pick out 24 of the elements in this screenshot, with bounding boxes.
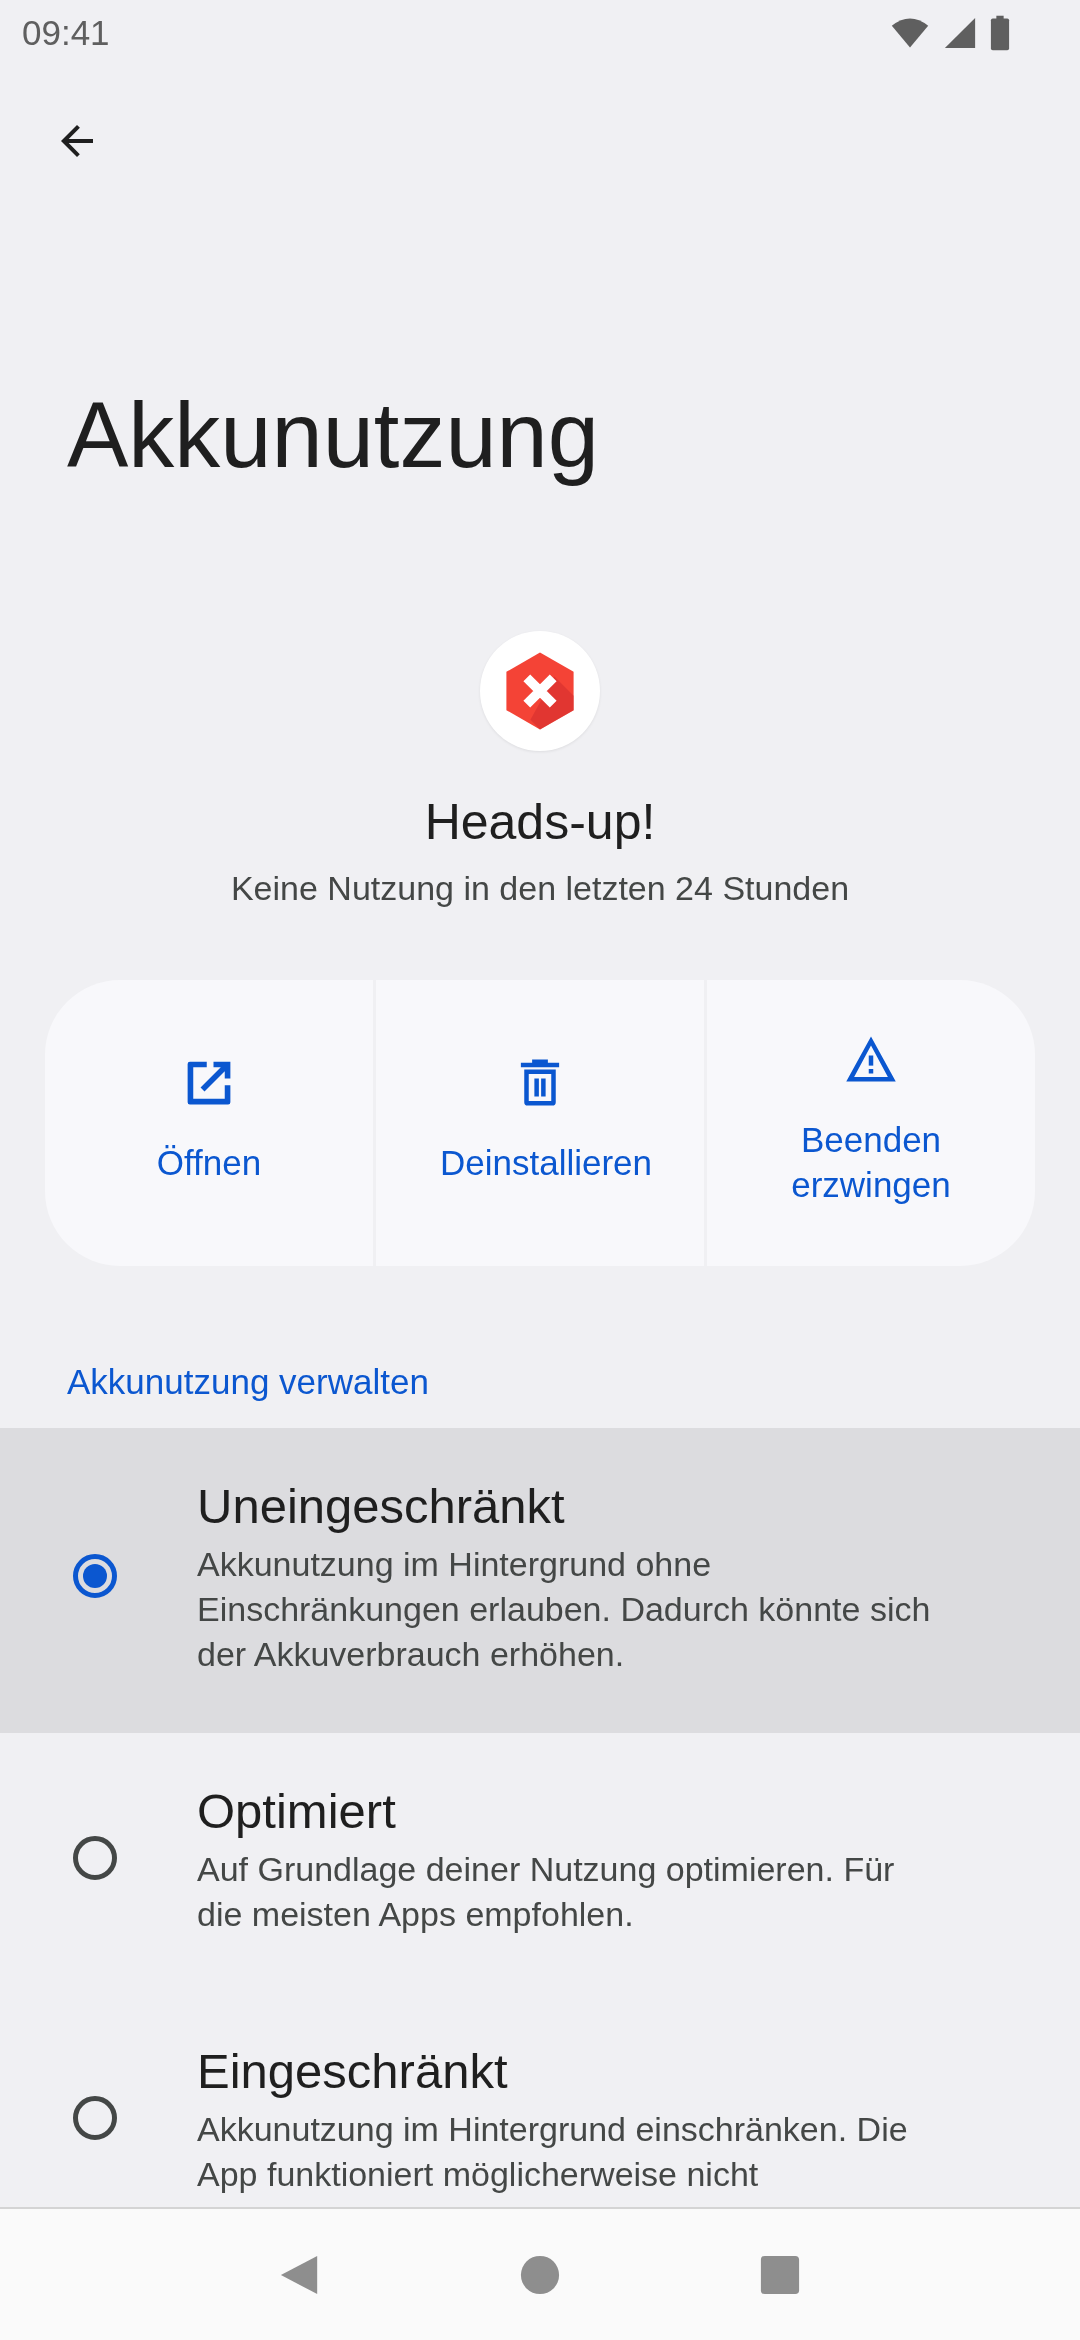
battery-icon: [990, 15, 1010, 51]
radio-option[interactable]: Eingeschränkt Akkunutzung im Hintergrund einschränken. Die App funktioniert möglicherweise nicht: [0, 1993, 1080, 2201]
wifi-icon: [890, 16, 930, 50]
recents-square-icon[interactable]: [759, 2253, 801, 2296]
page-title: Akkunutzung: [66, 383, 600, 488]
option-description: Akkunutzung im Hintergrund ohne Einschränkungen erlauben. Dadurch könnte sich der Akkuverbrauch erhöhen.: [197, 1544, 932, 1675]
option-description: Auf Grundlage deiner Nutzung optimieren. Für die meisten Apps empfohlen.: [197, 1849, 896, 1935]
option-title: Uneingeschränkt: [197, 1478, 566, 1535]
action-button[interactable]: Öffnen: [45, 980, 373, 1266]
radio-button[interactable]: [73, 2096, 117, 2140]
action-button[interactable]: Deinstallieren: [376, 980, 704, 1266]
action-button[interactable]: Beenden erzwingen: [707, 980, 1035, 1266]
section-header: Akkunutzung verwalten: [66, 1361, 430, 1403]
option-title: Optimiert: [197, 1783, 397, 1840]
usage-summary: Keine Nutzung in den letzten 24 Stunden: [230, 869, 850, 908]
option-title: Eingeschränkt: [197, 2043, 509, 2100]
radio-button[interactable]: [73, 1553, 117, 1598]
option-description: Akkunutzung im Hintergrund einschränken. Die App funktioniert möglicherweise nicht: [197, 2109, 909, 2195]
app-name: Heads-up!: [424, 793, 656, 851]
radio-option[interactable]: Uneingeschränkt Akkunutzung im Hintergrund ohne Einschränkungen erlauben. Dadurch könnte sich der Akkuverbrauch erhöhen.: [0, 1428, 1080, 1733]
radio-button[interactable]: [73, 1836, 117, 1880]
radio-option[interactable]: Optimiert Auf Grundlage deiner Nutzung optimieren. Für die meisten Apps empfohlen.: [0, 1733, 1080, 1993]
status-time: 09:41: [22, 13, 110, 53]
home-circle-icon[interactable]: [519, 2253, 561, 2296]
